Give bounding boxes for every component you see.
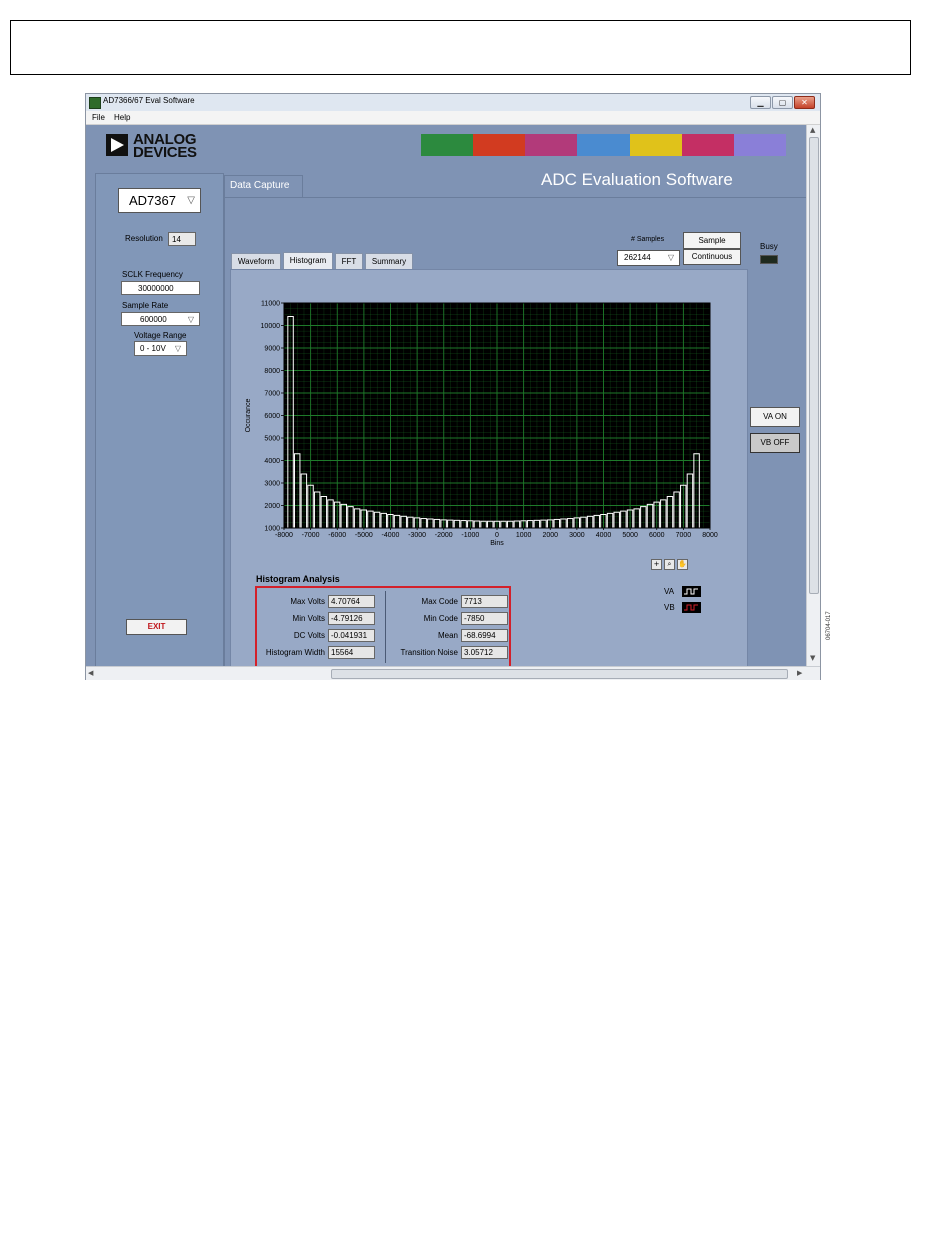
minimize-button[interactable]: ▁	[750, 96, 771, 109]
vb-waveform-icon	[682, 602, 701, 613]
y-tick-label: 6000	[264, 413, 280, 420]
window-title: AD7366/67 Eval Software	[103, 96, 195, 105]
va-label: VA	[664, 587, 675, 596]
histogram-width-field: 15564	[328, 646, 375, 659]
y-tick-label: 4000	[264, 458, 280, 465]
crosshair-tool-icon[interactable]: +	[651, 559, 662, 570]
app-icon	[89, 97, 101, 109]
vb-label: VB	[664, 603, 675, 612]
app-window: AD7366/67 Eval Software ▁ ▢ ✕ File Help …	[85, 93, 821, 680]
y-tick-label: 10000	[261, 323, 281, 330]
x-tick-label: 8000	[702, 532, 718, 539]
max-code-field: 7713	[461, 595, 508, 608]
transition-noise-field: 3.05712	[461, 646, 508, 659]
client-area: ANALOG DEVICES ADC Evaluation Software A…	[86, 125, 806, 666]
menu-help[interactable]: Help	[114, 113, 130, 122]
x-axis-label: Bins	[490, 540, 504, 547]
scroll-down-icon[interactable]: ▼	[810, 654, 815, 662]
y-tick-label: 3000	[264, 481, 280, 488]
mean-field: -68.6994	[461, 629, 508, 642]
va-waveform-icon	[682, 586, 701, 597]
x-tick-label: 0	[495, 532, 499, 539]
pan-hand-tool-icon[interactable]: ✋	[677, 559, 688, 570]
histogram-analysis-title: Histogram Analysis	[256, 574, 340, 584]
x-tick-label: 3000	[569, 532, 585, 539]
max-code-label: Max Code	[421, 597, 458, 606]
menu-file[interactable]: File	[92, 113, 105, 122]
x-tick-label: -3000	[408, 532, 426, 539]
max-volts-label: Max Volts	[290, 597, 325, 606]
max-volts-field: 4.70764	[328, 595, 375, 608]
min-volts-field: -4.79126	[328, 612, 375, 625]
scroll-up-icon[interactable]: ▲	[810, 126, 815, 134]
transition-noise-label: Transition Noise	[400, 648, 458, 657]
y-tick-label: 2000	[264, 503, 280, 510]
zoom-tool-icon[interactable]: ⌕	[664, 559, 675, 570]
x-tick-label: 5000	[622, 532, 638, 539]
y-tick-label: 11000	[261, 301, 280, 308]
x-tick-label: -6000	[328, 532, 346, 539]
menu-bar: File Help	[86, 111, 820, 125]
dc-volts-field: -0.041931	[328, 629, 375, 642]
vertical-scroll-thumb[interactable]	[809, 137, 819, 594]
min-volts-label: Min Volts	[292, 614, 325, 623]
page-header-box	[10, 20, 911, 75]
y-tick-label: 8000	[264, 368, 280, 375]
min-code-field: -7850	[461, 612, 508, 625]
x-tick-label: -8000	[275, 532, 293, 539]
dc-volts-label: DC Volts	[293, 631, 325, 640]
y-tick-label: 5000	[264, 436, 280, 443]
x-tick-label: -4000	[382, 532, 400, 539]
x-tick-label: 4000	[596, 532, 612, 539]
figure-id: 06704-017	[826, 611, 832, 640]
histogram-chart: -8000 -7000 -6000 -5000 -4000 -3000 -2000 -1000…	[245, 301, 718, 548]
title-bar: AD7366/67 Eval Software ▁ ▢ ✕	[86, 94, 820, 112]
y-tick-label: 9000	[264, 346, 280, 353]
y-tick-label: 7000	[264, 391, 280, 398]
mean-label: Mean	[437, 631, 458, 640]
x-tick-label: -7000	[302, 532, 320, 539]
horizontal-scroll-thumb[interactable]	[331, 669, 788, 679]
x-tick-label: 2000	[542, 532, 558, 539]
x-tick-label: 7000	[676, 532, 692, 539]
scroll-left-icon[interactable]: ◀	[88, 669, 93, 677]
y-tick-label: 1000	[264, 526, 280, 533]
close-button[interactable]: ✕	[794, 96, 815, 109]
x-tick-label: 1000	[516, 532, 532, 539]
x-tick-label: -1000	[461, 532, 479, 539]
x-tick-label: 6000	[649, 532, 665, 539]
vertical-scrollbar[interactable]: ▲ ▼	[806, 125, 820, 666]
horizontal-scrollbar[interactable]: ◀ ▶	[86, 666, 820, 680]
maximize-button[interactable]: ▢	[772, 96, 793, 109]
x-tick-label: -2000	[435, 532, 453, 539]
x-tick-label: -5000	[355, 532, 373, 539]
scroll-right-icon[interactable]: ▶	[797, 669, 802, 677]
histogram-width-label: Histogram Width	[265, 648, 325, 657]
y-axis-label: Occurance	[245, 398, 252, 432]
min-code-label: Min Code	[423, 614, 458, 623]
